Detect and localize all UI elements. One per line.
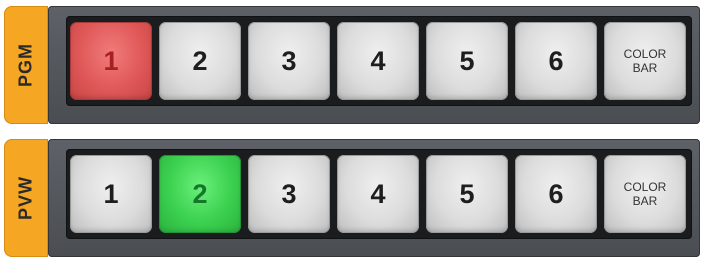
pvw-input-2-label: 2 (192, 178, 208, 209)
pvw-input-2-button[interactable]: 2 (159, 155, 241, 233)
pvw-input-3-button[interactable]: 3 (248, 155, 330, 233)
pvw-color-bar-button[interactable]: COLOR BAR (604, 155, 686, 233)
pgm-input-3-button[interactable]: 3 (248, 22, 330, 100)
pgm-input-6-button[interactable]: 6 (515, 22, 597, 100)
pgm-input-1-label: 1 (103, 45, 119, 76)
preview-bus-label: PVW (15, 175, 36, 221)
switcher-panel: PGM 1 2 3 4 5 6 COLOR BAR PVW 1 2 3 4 5 … (0, 0, 703, 259)
program-button-well: 1 2 3 4 5 6 COLOR BAR (66, 16, 692, 106)
pvw-input-4-label: 4 (370, 178, 386, 209)
pvw-color-bar-label: COLOR BAR (623, 180, 667, 208)
pvw-input-1-button[interactable]: 1 (70, 155, 152, 233)
preview-button-well: 1 2 3 4 5 6 COLOR BAR (66, 149, 692, 239)
pgm-input-4-label: 4 (370, 45, 386, 76)
pvw-input-6-label: 6 (548, 178, 564, 209)
pvw-input-5-label: 5 (459, 178, 475, 209)
preview-bus-strip: 1 2 3 4 5 6 COLOR BAR (48, 139, 700, 257)
pgm-input-3-label: 3 (281, 45, 297, 76)
preview-bus-tab: PVW (4, 139, 48, 257)
pgm-input-4-button[interactable]: 4 (337, 22, 419, 100)
program-bus-strip: 1 2 3 4 5 6 COLOR BAR (48, 6, 700, 124)
pvw-input-6-button[interactable]: 6 (515, 155, 597, 233)
pgm-input-5-label: 5 (459, 45, 475, 76)
pgm-color-bar-button[interactable]: COLOR BAR (604, 22, 686, 100)
program-row: PGM 1 2 3 4 5 6 COLOR BAR (0, 6, 700, 124)
preview-row: PVW 1 2 3 4 5 6 COLOR BAR (0, 139, 700, 257)
pgm-input-2-label: 2 (192, 45, 208, 76)
pgm-input-1-button[interactable]: 1 (70, 22, 152, 100)
pgm-input-5-button[interactable]: 5 (426, 22, 508, 100)
pvw-input-1-label: 1 (103, 178, 119, 209)
pvw-input-5-button[interactable]: 5 (426, 155, 508, 233)
program-bus-label: PGM (15, 42, 36, 88)
pvw-input-4-button[interactable]: 4 (337, 155, 419, 233)
pvw-input-3-label: 3 (281, 178, 297, 209)
pgm-input-2-button[interactable]: 2 (159, 22, 241, 100)
pgm-input-6-label: 6 (548, 45, 564, 76)
program-bus-tab: PGM (4, 6, 48, 124)
pgm-color-bar-label: COLOR BAR (623, 47, 667, 75)
